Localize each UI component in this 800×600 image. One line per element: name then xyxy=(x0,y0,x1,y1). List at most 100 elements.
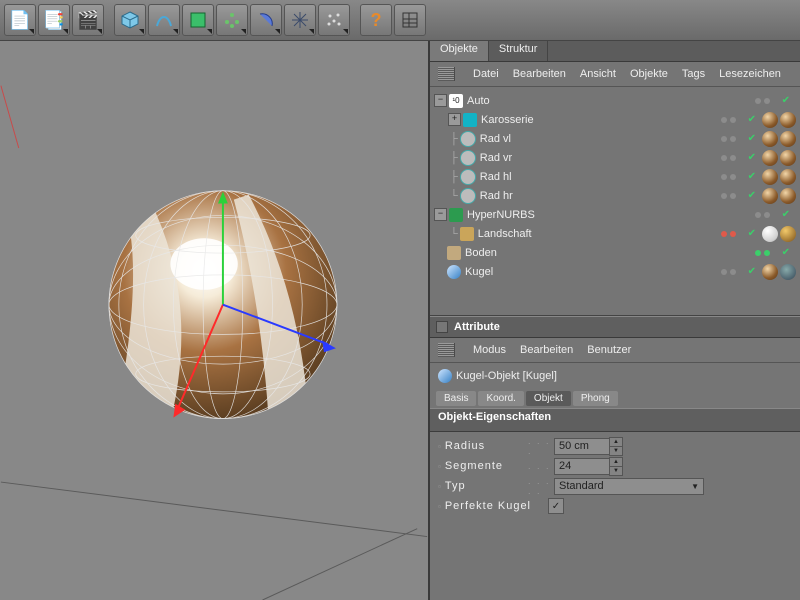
tool-nurbs-icon[interactable] xyxy=(182,4,214,36)
visibility-icon[interactable]: ✔ xyxy=(748,171,756,182)
attribute-header: Attribute xyxy=(430,316,800,338)
subtab-koord[interactable]: Koord. xyxy=(478,391,523,406)
material-tag-icon[interactable] xyxy=(780,226,796,242)
label-radius: Radius xyxy=(438,440,528,452)
section-header: Objekt-Eigenschaften xyxy=(430,408,800,432)
sphere-icon xyxy=(438,369,452,383)
visibility-icon[interactable]: ✔ xyxy=(782,209,790,220)
material-tag-icon[interactable] xyxy=(780,169,796,185)
material-tag-icon[interactable] xyxy=(780,112,796,128)
attr-menu-edit[interactable]: Bearbeiten xyxy=(520,344,573,356)
tool-manager-icon[interactable] xyxy=(394,4,426,36)
cylinder-icon xyxy=(460,150,476,166)
tree-item-rad-hl[interactable]: Rad hl xyxy=(480,171,715,183)
tool-help-icon[interactable]: ? xyxy=(360,4,392,36)
material-tag-icon[interactable] xyxy=(780,150,796,166)
field-radius[interactable]: 50 cm xyxy=(554,438,609,455)
tool-deformer-icon[interactable] xyxy=(250,4,282,36)
tool-renderregion-icon[interactable]: 📑 xyxy=(38,4,70,36)
field-segments[interactable]: 24 xyxy=(554,458,609,475)
attribute-subtabs: Basis Koord. Objekt Phong xyxy=(430,389,800,408)
object-header: Kugel-Objekt [Kugel] xyxy=(430,363,800,389)
menu-edit[interactable]: Bearbeiten xyxy=(513,68,566,80)
subtab-phong[interactable]: Phong xyxy=(573,391,618,406)
object-tree[interactable]: −¹0Auto✔ +Karosserie✔ ├Rad vl✔ ├Rad vr✔ … xyxy=(430,87,800,316)
material-tag-icon[interactable] xyxy=(762,169,778,185)
expand-icon[interactable]: − xyxy=(434,208,447,221)
visibility-icon[interactable]: ✔ xyxy=(748,152,756,163)
panel-grip-icon[interactable] xyxy=(438,67,455,81)
attr-menu-user[interactable]: Benutzer xyxy=(587,344,631,356)
tree-item-auto[interactable]: Auto xyxy=(467,95,749,107)
select-type[interactable]: Standard▼ xyxy=(554,478,704,495)
material-tag-icon[interactable] xyxy=(762,264,778,280)
polygon-icon xyxy=(463,113,477,127)
visibility-icon[interactable]: ✔ xyxy=(748,190,756,201)
tree-item-hypernurbs[interactable]: HyperNURBS xyxy=(467,209,749,221)
panel-grip-icon[interactable] xyxy=(438,343,455,357)
visibility-icon[interactable]: ✔ xyxy=(782,247,790,258)
tool-particle-icon[interactable] xyxy=(318,4,350,36)
tool-cube-icon[interactable] xyxy=(114,4,146,36)
label-type: Typ xyxy=(438,480,528,492)
tree-item-rad-vr[interactable]: Rad vr xyxy=(480,152,715,164)
attribute-menu: Modus Bearbeiten Benutzer xyxy=(430,338,800,363)
menu-bookmarks[interactable]: Lesezeichen xyxy=(719,68,781,80)
viewport[interactable] xyxy=(0,41,430,600)
app-root: 📄 📑 🎬 ? xyxy=(0,0,800,600)
right-panel: Objekte Struktur Datei Bearbeiten Ansich… xyxy=(430,41,800,600)
tree-item-landschaft[interactable]: Landschaft xyxy=(478,228,715,240)
material-tag-icon[interactable] xyxy=(762,112,778,128)
expand-icon[interactable]: + xyxy=(448,113,461,126)
label-segments: Segmente xyxy=(438,460,528,472)
visibility-icon[interactable]: ✔ xyxy=(748,228,756,239)
tree-item-kugel[interactable]: Kugel xyxy=(465,266,715,278)
floor-icon xyxy=(447,246,461,260)
properties-panel: Radius. . . . 50 cm ▲▼ Segmente. . . 24 … xyxy=(430,432,800,600)
menu-objects[interactable]: Objekte xyxy=(630,68,668,80)
landscape-icon xyxy=(460,227,474,241)
phong-tag-icon[interactable] xyxy=(780,264,796,280)
tree-item-karosserie[interactable]: Karosserie xyxy=(481,114,715,126)
menu-tags[interactable]: Tags xyxy=(682,68,705,80)
main-toolbar: 📄 📑 🎬 ? xyxy=(0,0,800,41)
tree-item-rad-vl[interactable]: Rad vl xyxy=(480,133,715,145)
checkbox-perfect-sphere[interactable]: ✓ xyxy=(548,498,564,514)
material-tag-icon[interactable] xyxy=(762,226,778,242)
cylinder-icon xyxy=(460,169,476,185)
tool-scene-icon[interactable] xyxy=(284,4,316,36)
menu-file[interactable]: Datei xyxy=(473,68,499,80)
tab-objects[interactable]: Objekte xyxy=(430,41,489,61)
visibility-icon[interactable]: ✔ xyxy=(748,133,756,144)
material-tag-icon[interactable] xyxy=(762,150,778,166)
visibility-icon[interactable]: ✔ xyxy=(782,95,790,106)
menu-view[interactable]: Ansicht xyxy=(580,68,616,80)
tab-structure[interactable]: Struktur xyxy=(489,41,549,61)
expand-icon[interactable]: − xyxy=(434,94,447,107)
tool-array-icon[interactable] xyxy=(216,4,248,36)
label-perfect-sphere: Perfekte Kugel xyxy=(438,500,548,512)
subtab-basis[interactable]: Basis xyxy=(436,391,476,406)
material-tag-icon[interactable] xyxy=(780,188,796,204)
attr-menu-mode[interactable]: Modus xyxy=(473,344,506,356)
null-icon: ¹0 xyxy=(449,94,463,108)
stepper-radius[interactable]: ▲▼ xyxy=(609,437,623,456)
hypernurbs-icon xyxy=(449,208,463,222)
tree-item-rad-hr[interactable]: Rad hr xyxy=(480,190,715,202)
tool-renderqueue-icon[interactable]: 🎬 xyxy=(72,4,104,36)
cylinder-icon xyxy=(460,188,476,204)
material-tag-icon[interactable] xyxy=(762,188,778,204)
visibility-icon[interactable]: ✔ xyxy=(748,114,756,125)
subtab-objekt[interactable]: Objekt xyxy=(526,391,571,406)
material-tag-icon[interactable] xyxy=(780,131,796,147)
sphere-icon xyxy=(447,265,461,279)
objects-menu: Datei Bearbeiten Ansicht Objekte Tags Le… xyxy=(430,62,800,87)
cylinder-icon xyxy=(460,131,476,147)
object-name: Kugel-Objekt [Kugel] xyxy=(456,370,557,382)
tool-spline-icon[interactable] xyxy=(148,4,180,36)
tool-render-icon[interactable]: 📄 xyxy=(4,4,36,36)
tree-item-boden[interactable]: Boden xyxy=(465,247,749,259)
material-tag-icon[interactable] xyxy=(762,131,778,147)
visibility-icon[interactable]: ✔ xyxy=(748,266,756,277)
stepper-segments[interactable]: ▲▼ xyxy=(609,457,623,476)
